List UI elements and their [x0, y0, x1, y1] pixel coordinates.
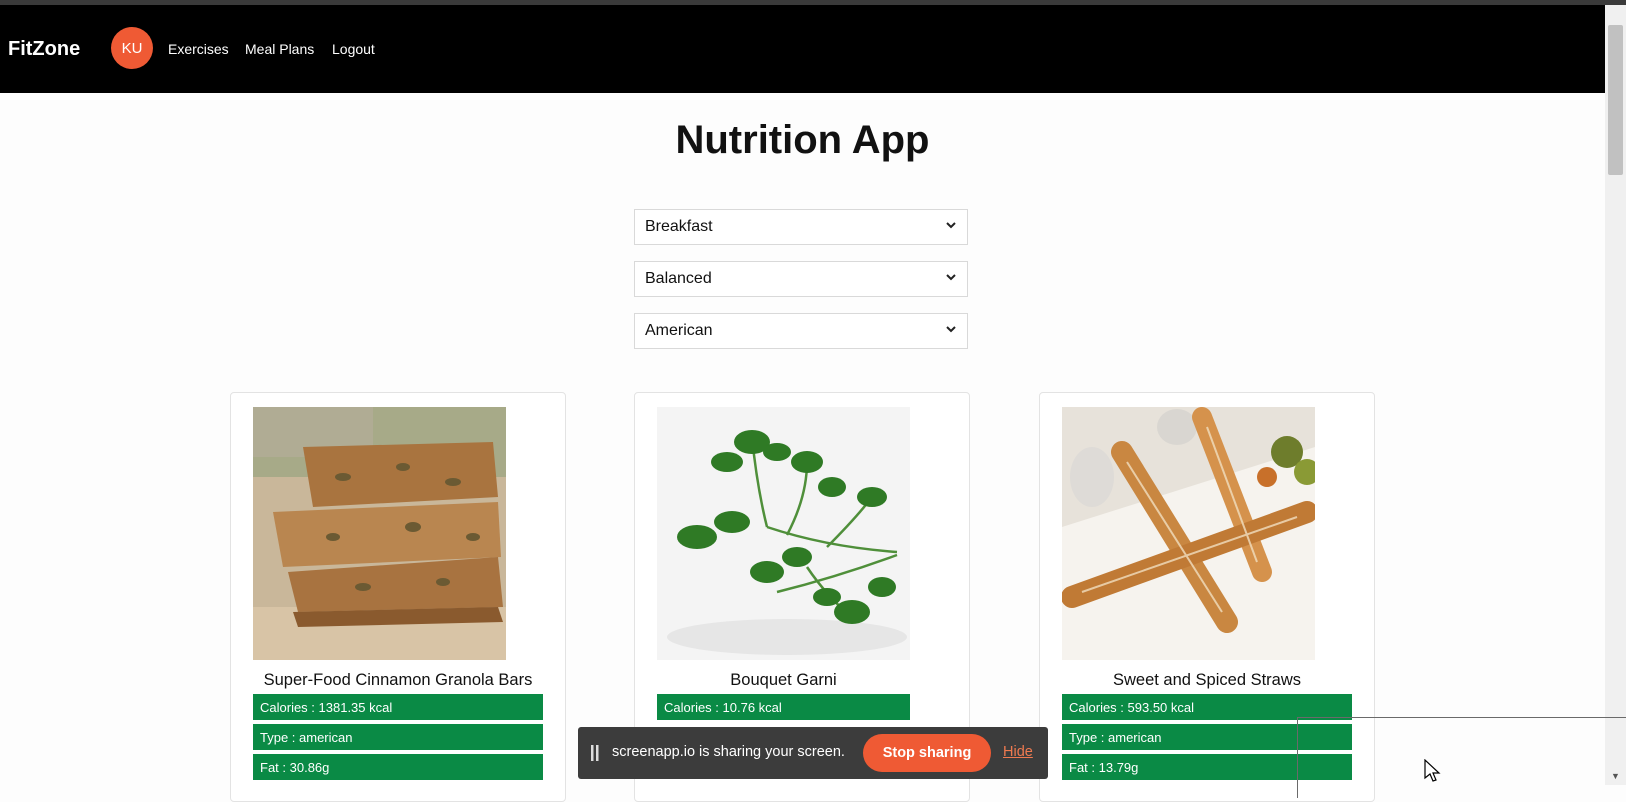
share-message: screenapp.io is sharing your screen. [612, 744, 845, 760]
recipe-title: Sweet and Spiced Straws [1112, 671, 1302, 689]
page-scrollbar[interactable]: ▲ ▼ [1605, 5, 1626, 785]
granola-bars-image [253, 407, 506, 660]
diet-select[interactable]: Balanced [634, 261, 968, 297]
chevron-down-icon [946, 222, 956, 229]
nav-link-exercises[interactable]: Exercises [168, 41, 229, 57]
hide-link[interactable]: Hide [1003, 744, 1033, 760]
pause-icon[interactable] [590, 745, 600, 761]
calories-badge: Calories : 10.76 kcal [657, 694, 910, 720]
chevron-down-icon [946, 274, 956, 281]
chevron-down-icon [946, 326, 956, 333]
mouse-cursor-icon [1424, 759, 1441, 782]
recipe-title: Super-Food Cinnamon Granola Bars [263, 671, 533, 689]
spiced-straws-image [1062, 407, 1315, 660]
calories-badge: Calories : 1381.35 kcal [253, 694, 543, 720]
fat-badge: Fat : 30.86g [253, 754, 543, 780]
stop-sharing-button[interactable]: Stop sharing [863, 734, 991, 772]
parsley-image [657, 407, 910, 660]
user-avatar[interactable]: KU [111, 27, 153, 69]
meal-type-value: Breakfast [645, 218, 713, 235]
recipe-card[interactable]: Super-Food Cinnamon Granola Bars Calorie… [230, 392, 566, 802]
diet-value: Balanced [645, 270, 712, 287]
brand-logo[interactable]: FitZone [8, 38, 80, 61]
navbar: FitZone KU Exercises Meal Plans Logout [0, 5, 1605, 93]
cuisine-value: American [645, 322, 713, 339]
cuisine-select[interactable]: American [634, 313, 968, 349]
overlay-frame [1297, 717, 1626, 798]
type-badge: Type : american [253, 724, 543, 750]
nav-link-logout[interactable]: Logout [332, 41, 375, 57]
page-title: Nutrition App [675, 118, 930, 162]
recipe-title: Bouquet Garni [730, 671, 837, 689]
scroll-thumb[interactable] [1608, 25, 1623, 175]
nav-link-meal-plans[interactable]: Meal Plans [245, 41, 314, 57]
screen-share-bar: screenapp.io is sharing your screen. Sto… [578, 727, 1048, 779]
meal-type-select[interactable]: Breakfast [634, 209, 968, 245]
